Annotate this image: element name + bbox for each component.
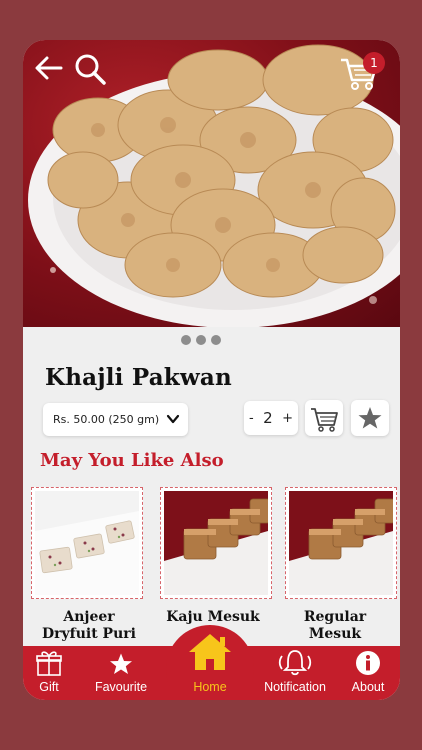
nav-label: Home — [193, 680, 227, 694]
nav-label: Notification — [264, 680, 326, 694]
carousel-indicator — [181, 335, 221, 345]
decrease-quantity-button[interactable]: - — [249, 411, 254, 426]
nav-item-notification[interactable]: Notification — [255, 646, 335, 700]
nav-label: About — [351, 680, 385, 694]
cart-icon — [311, 408, 338, 432]
product-thumbnail — [35, 491, 139, 595]
star-icon — [110, 653, 132, 674]
favourite-button[interactable] — [351, 400, 389, 436]
recommend-item-name-line1: Kaju Mesuk — [166, 609, 260, 625]
price-option-label: Rs. 50.00 (250 gm) — [53, 413, 160, 426]
quantity-stepper: - 2 + — [244, 401, 298, 435]
product-thumbnail — [289, 491, 393, 595]
quantity-value: 2 — [263, 409, 273, 427]
back-button[interactable] — [33, 52, 65, 84]
carousel-dot[interactable] — [196, 335, 206, 345]
nav-item-gift[interactable]: Gift — [23, 646, 75, 700]
recommend-item-name-line2: Mesuk — [308, 626, 362, 642]
star-icon — [358, 407, 382, 429]
bell-icon — [278, 650, 312, 676]
section-title: May You Like Also — [40, 450, 224, 471]
nav-label: Favourite — [94, 680, 148, 694]
add-to-cart-button[interactable] — [305, 400, 343, 436]
recommend-item-card[interactable] — [31, 487, 143, 599]
recommend-item-name[interactable]: Anjeer Dryfuit Puri — [29, 609, 149, 643]
arrow-left-icon — [35, 56, 63, 80]
product-image-carousel[interactable]: 1 — [23, 40, 400, 327]
cart-count-badge: 1 — [363, 52, 385, 74]
recommend-item-name[interactable]: Regular Mesuk — [275, 609, 395, 643]
recommend-item-card[interactable] — [160, 487, 272, 599]
nav-label: Gift — [39, 680, 59, 694]
app-screen: 1 Khajli Pakwan Rs. 50.00 (250 gm) - 2 +… — [23, 40, 400, 700]
recommend-item-name-line1: Anjeer — [63, 609, 115, 625]
chevron-down-icon — [166, 414, 180, 424]
recommend-item-name-line1: Regular — [303, 609, 367, 625]
recommend-item-card[interactable] — [285, 487, 397, 599]
product-title: Khajli Pakwan — [45, 364, 232, 391]
nav-item-favourite[interactable]: Favourite — [81, 646, 161, 700]
gift-icon — [36, 651, 62, 676]
carousel-dot[interactable] — [211, 335, 221, 345]
search-icon — [75, 54, 106, 85]
recommend-item-name-line2: Dryfuit Puri — [42, 626, 136, 642]
recommend-item-name[interactable]: Kaju Mesuk — [153, 609, 273, 626]
increase-quantity-button[interactable]: + — [282, 411, 293, 426]
product-thumbnail — [164, 491, 268, 595]
info-icon — [356, 651, 380, 675]
nav-item-about[interactable]: About — [341, 646, 395, 700]
carousel-dot[interactable] — [181, 335, 191, 345]
home-icon — [189, 634, 231, 670]
nav-item-home[interactable]: Home — [168, 634, 252, 700]
price-size-dropdown[interactable]: Rs. 50.00 (250 gm) — [43, 403, 188, 436]
search-button[interactable] — [73, 52, 107, 86]
